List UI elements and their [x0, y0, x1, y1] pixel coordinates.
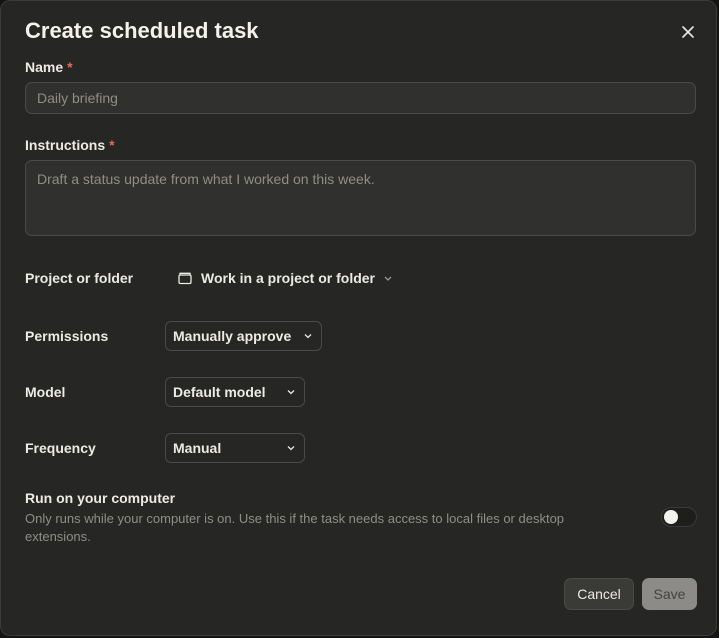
model-label: Model	[25, 384, 66, 400]
frequency-dropdown[interactable]: Manual	[165, 433, 305, 463]
close-button[interactable]	[677, 21, 699, 43]
chevron-down-icon	[287, 446, 295, 451]
close-icon	[682, 26, 694, 38]
project-label: Project or folder	[25, 270, 134, 286]
dialog-title: Create scheduled task	[25, 18, 259, 43]
instructions-label-text: Instructions	[25, 137, 106, 153]
chevron-down-icon	[384, 276, 392, 281]
chevron-down-icon	[287, 390, 295, 395]
save-button[interactable]: Save	[642, 578, 697, 610]
create-scheduled-task-dialog: Create scheduled task Name* Instructions…	[0, 0, 717, 636]
run-on-computer-description: Only runs while your computer is on. Use…	[25, 511, 565, 544]
folder-icon	[178, 272, 192, 285]
chevron-down-icon	[304, 334, 312, 339]
required-mark: *	[67, 59, 73, 75]
frequency-value: Manual	[173, 440, 222, 456]
run-on-computer-title: Run on your computer	[25, 490, 176, 506]
instructions-label: Instructions *	[25, 137, 115, 153]
toggle-knob	[664, 510, 678, 524]
name-label-text: Name	[25, 59, 64, 75]
name-label: Name *	[25, 59, 73, 75]
instructions-textarea[interactable]	[25, 160, 696, 236]
project-folder-selector[interactable]: Work in a project or folder	[177, 267, 393, 289]
required-mark: *	[109, 137, 115, 153]
permissions-label: Permissions	[25, 328, 109, 344]
model-value: Default model	[173, 384, 266, 400]
cancel-button[interactable]: Cancel	[564, 578, 634, 610]
model-dropdown[interactable]: Default model	[165, 377, 305, 407]
permissions-value: Manually approve	[173, 328, 292, 344]
run-on-computer-toggle[interactable]	[661, 507, 697, 527]
frequency-label: Frequency	[25, 440, 96, 456]
name-input[interactable]	[25, 82, 696, 114]
permissions-dropdown[interactable]: Manually approve	[165, 321, 322, 351]
project-value: Work in a project or folder	[201, 270, 375, 286]
